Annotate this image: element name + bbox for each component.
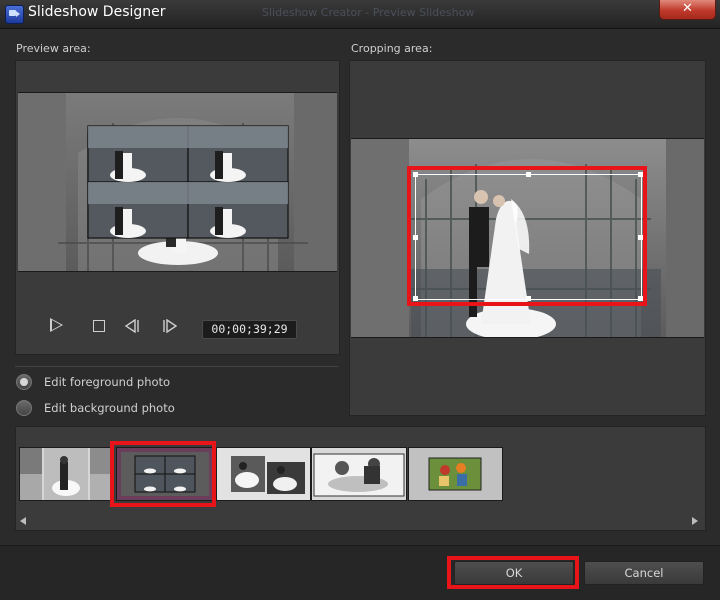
playback-controls: 00;00;39;29 (16, 309, 339, 345)
crop-handle-left[interactable] (413, 235, 418, 240)
foreground-radio[interactable] (16, 374, 32, 390)
app-icon (5, 5, 24, 24)
timecode-display: 00;00;39;29 (202, 320, 297, 339)
crop-handle-right[interactable] (638, 235, 643, 240)
thumbnail-item[interactable] (19, 447, 114, 501)
scroll-right-icon[interactable] (692, 517, 698, 525)
crop-handle-bottom-right[interactable] (638, 296, 643, 301)
crop-handle-top-right[interactable] (638, 172, 643, 177)
divider (15, 366, 338, 367)
crop-handle-top[interactable] (526, 172, 531, 177)
crop-handle-bottom[interactable] (526, 296, 531, 301)
background-window-title: Slideshow Creator - Preview Slideshow (262, 6, 475, 19)
next-frame-icon[interactable] (162, 319, 178, 333)
title-bar: Slideshow Designer Slideshow Creator - P… (0, 0, 720, 29)
scroll-left-icon[interactable] (20, 517, 26, 525)
thumbnail-item[interactable] (311, 447, 407, 501)
edit-background-option[interactable]: Edit background photo (16, 399, 175, 417)
foreground-radio-label: Edit foreground photo (44, 375, 171, 389)
cropping-area-label: Cropping area: (351, 42, 433, 55)
ok-highlight-annotation (447, 556, 579, 589)
thumbnail-highlight-annotation (110, 441, 216, 507)
crop-selection-box[interactable] (413, 172, 643, 301)
preview-area-label: Preview area: (16, 42, 91, 55)
window-title: Slideshow Designer (28, 4, 166, 20)
cancel-button[interactable]: Cancel (584, 561, 704, 585)
previous-frame-icon[interactable] (124, 319, 140, 333)
close-button[interactable]: ✕ (659, 0, 716, 20)
thumbnail-item[interactable] (216, 447, 311, 501)
background-radio-label: Edit background photo (44, 401, 175, 415)
edit-foreground-option[interactable]: Edit foreground photo (16, 373, 170, 391)
background-radio[interactable] (16, 400, 32, 416)
preview-area: 00;00;39;29 (15, 60, 340, 355)
play-icon[interactable] (50, 318, 63, 332)
preview-image (18, 92, 337, 272)
close-icon: ✕ (682, 1, 693, 16)
crop-handle-top-left[interactable] (413, 172, 418, 177)
crop-handle-bottom-left[interactable] (413, 296, 418, 301)
stop-icon[interactable] (93, 320, 105, 332)
thumbnail-item[interactable] (408, 447, 503, 501)
